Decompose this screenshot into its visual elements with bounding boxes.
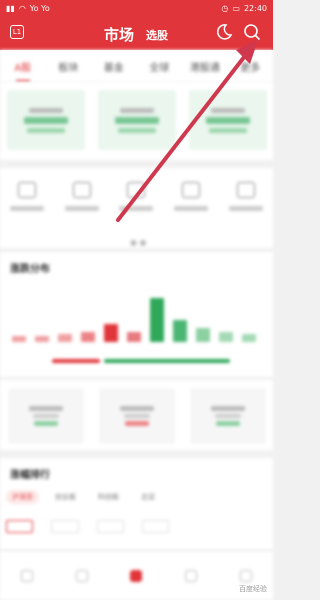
nav-profile[interactable] — [226, 569, 266, 582]
distribution-title: 涨跌分布 — [10, 264, 50, 275]
tab-hk-connect[interactable]: 港股通 — [182, 59, 228, 74]
dist-bar — [58, 334, 72, 342]
rank-chips — [6, 520, 170, 533]
tab-global[interactable]: 全球 — [137, 59, 183, 74]
quick-entry[interactable] — [167, 182, 215, 248]
stat-card[interactable] — [98, 388, 175, 444]
dist-bar — [127, 332, 141, 342]
rank-panel: 涨幅排行 沪深京 创业板 科创板 北证 — [0, 458, 273, 550]
profile-icon — [239, 569, 252, 582]
entry-icon — [236, 182, 255, 198]
nav-market[interactable] — [116, 569, 156, 582]
entry-icon — [18, 182, 37, 198]
alarm-icon: ◷ — [221, 4, 229, 13]
dist-bar — [104, 324, 118, 342]
index-card[interactable] — [97, 90, 176, 150]
rank-chip[interactable] — [141, 520, 170, 533]
dist-bar — [219, 332, 233, 342]
rank-tab[interactable]: 沪深京 — [6, 490, 39, 504]
stats-cards — [0, 380, 273, 450]
dist-bar — [242, 334, 256, 342]
tab-more[interactable]: 更多 — [228, 59, 274, 74]
trade-icon — [185, 569, 198, 582]
status-bar: ▮▮ ◠ Yo Yo ◷ ▭ 22:40 — [0, 0, 273, 17]
tab-a-shares[interactable]: A股 — [0, 59, 46, 82]
level-one-icon[interactable]: L1 — [10, 25, 24, 39]
wifi-icon: ◠ — [18, 4, 26, 13]
market-tabs: A股 板块 基金 全球 港股通 更多 — [0, 50, 273, 82]
rank-title: 涨幅排行 — [10, 470, 50, 481]
sim-signal-icon: ▮▮ — [6, 4, 15, 13]
rank-tab[interactable]: 创业板 — [49, 490, 82, 504]
nav-watchlist[interactable] — [62, 569, 102, 582]
search-icon[interactable] — [243, 23, 261, 41]
dist-bar — [81, 332, 95, 342]
app-header: L1 市场 选股 — [0, 17, 273, 50]
quick-entries — [0, 168, 273, 248]
status-right: ◷ ▭ 22:40 — [221, 4, 267, 13]
quick-entry[interactable] — [222, 182, 270, 248]
distribution-bars — [10, 280, 265, 342]
quick-entry[interactable] — [3, 182, 51, 248]
dist-bar — [12, 336, 26, 342]
page-title[interactable]: 市场 — [104, 24, 134, 45]
rank-chip[interactable] — [6, 520, 34, 533]
home-icon — [21, 569, 34, 582]
status-time: 22:40 — [243, 4, 267, 13]
rank-chip[interactable] — [51, 520, 79, 533]
rise-bar — [52, 359, 100, 363]
tab-sectors[interactable]: 板块 — [46, 59, 92, 74]
rank-tab[interactable]: 科创板 — [92, 490, 125, 504]
fall-bar — [104, 359, 230, 363]
rank-chip[interactable] — [96, 520, 124, 533]
status-left: ▮▮ ◠ Yo Yo — [6, 4, 50, 13]
entry-icon — [182, 182, 201, 198]
index-cards — [0, 82, 273, 160]
entry-icon — [72, 182, 91, 198]
tab-funds[interactable]: 基金 — [91, 59, 137, 74]
dist-bar — [150, 298, 164, 342]
dist-bar — [35, 336, 49, 342]
status-left-text: Yo Yo — [29, 4, 50, 13]
nav-home[interactable] — [7, 569, 47, 582]
market-icon — [130, 569, 143, 582]
page-indicator: ● ● — [130, 238, 147, 247]
rank-tab[interactable]: 北证 — [135, 490, 161, 504]
watermark: 百度经验 — [239, 585, 267, 593]
night-mode-icon[interactable] — [215, 23, 233, 41]
index-card[interactable] — [188, 90, 267, 150]
dist-bar — [196, 328, 210, 342]
dist-bar — [173, 320, 187, 342]
battery-icon: ▭ — [232, 4, 240, 13]
stat-card[interactable] — [7, 388, 84, 444]
stock-picker-tab[interactable]: 选股 — [146, 27, 168, 43]
rank-tabs: 沪深京 创业板 科创板 北证 — [6, 490, 161, 504]
quick-entry[interactable] — [58, 182, 106, 248]
entry-icon — [127, 182, 146, 198]
distribution-panel: 涨跌分布 — [0, 252, 273, 377]
stat-card[interactable] — [189, 388, 266, 444]
bottom-nav — [0, 550, 273, 600]
nav-trade[interactable] — [171, 569, 211, 582]
rise-fall-ratio — [10, 356, 265, 364]
watchlist-icon — [75, 569, 88, 582]
index-card[interactable] — [6, 90, 85, 150]
